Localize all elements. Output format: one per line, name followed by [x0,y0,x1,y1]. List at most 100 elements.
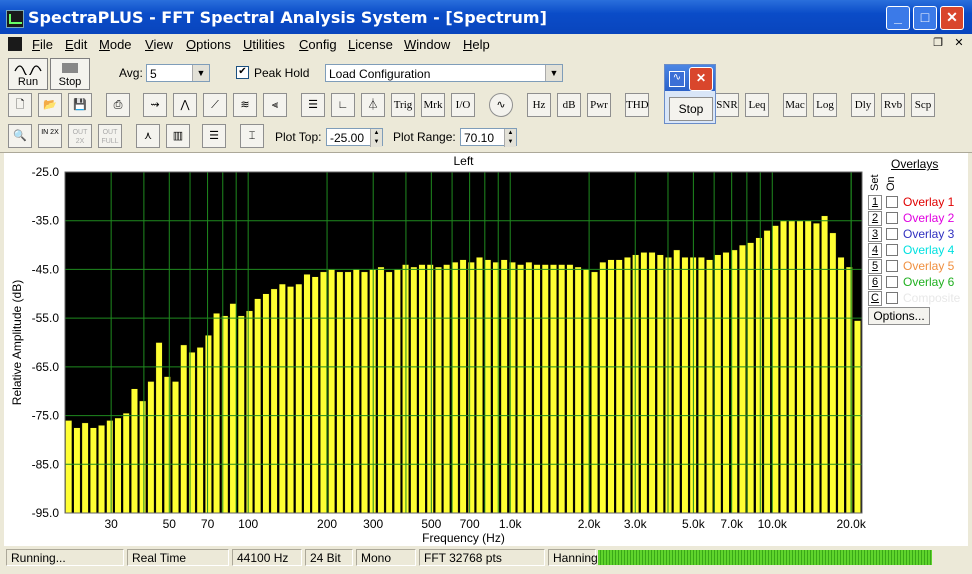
overlay-on-checkbox[interactable] [886,292,898,304]
overlay-label: Overlay 5 [903,259,955,273]
menu-help[interactable]: Help [463,37,490,52]
spectrum-bar [410,266,418,514]
avg-label: Avg: [119,66,143,80]
y-tick-label: -65.0 [32,360,60,374]
zoom-out-full-button[interactable]: OUT FULL [98,124,122,148]
overlay-set-button[interactable]: 6 [868,275,882,290]
trig-button[interactable]: Trig [391,93,415,117]
scale-icon[interactable]: ⌶ [240,124,264,148]
title-bar: SpectraPLUS - FFT Spectral Analysis Syst… [0,0,972,34]
close-button[interactable]: ✕ [940,6,964,30]
dly-button[interactable]: Dly [851,93,875,117]
leq-button[interactable]: Leq [745,93,769,117]
db-button[interactable]: dB [557,93,581,117]
spectrum-bar [65,420,73,514]
spectrum-bar [459,259,467,514]
spectrum-bar [204,334,212,514]
rvb-button[interactable]: Rvb [881,93,905,117]
spectrum-bar [180,344,188,514]
maximize-button[interactable]: □ [913,6,937,30]
mdi-restore-icon[interactable]: ❐ [932,37,944,49]
spectrum-bar [566,264,574,514]
overlay-set-button[interactable]: 5 [868,259,882,274]
overlay-set-button[interactable]: 3 [868,227,882,242]
new-file-icon[interactable]: 🗋 [8,93,32,117]
spectrum-bar [320,271,327,514]
overlay-row: 1 Overlay 1 [866,195,968,210]
peak-marker-icon[interactable]: ⋏ [136,124,160,148]
spectrum-icon[interactable]: ⋀ [173,93,197,117]
table-icon[interactable]: ☰ [301,93,325,117]
mdi-close-icon[interactable]: ✕ [953,37,965,49]
avg-select[interactable]: 5 ▼ [146,64,210,82]
io-button[interactable]: I/O [451,93,475,117]
menu-window[interactable]: Window [404,37,450,52]
zoom-icon[interactable]: 🔍 [8,124,32,148]
overlay-on-checkbox[interactable] [886,276,898,288]
hz-button[interactable]: Hz [527,93,551,117]
ramp-icon[interactable]: ⟋ [203,93,227,117]
spectrum-bar [377,266,385,514]
overlay-set-button[interactable]: 2 [868,211,882,226]
waveform-icon: ∿ [669,71,685,87]
menu-utilities[interactable]: Utilities [243,37,285,52]
bar-graph-icon[interactable]: ▥ [166,124,190,148]
x-tick-label: 7.0k [720,517,744,531]
overlay-row: 3 Overlay 3 [866,227,968,242]
zoom-in-2x-button[interactable]: IN 2X [38,124,62,148]
pwr-button[interactable]: Pwr [587,93,611,117]
overlay-set-button[interactable]: 1 [868,195,882,210]
3d-surface-icon[interactable]: ⫷ [263,93,287,117]
peak-icon[interactable]: ⇝ [143,93,167,117]
function-toolbar: 🗋 📂 💾 ⎙ ⇝ ⋀ ⟋ ≋ ⫷ ☰ ∟ ⏃ Trig Mrk I/O ∿ H… [0,90,972,120]
menu-options[interactable]: Options [186,37,231,52]
list-icon[interactable]: ☰ [202,124,226,148]
snr-button[interactable]: SNR [715,93,739,117]
save-icon[interactable]: 💾 [68,93,92,117]
mrk-button[interactable]: Mrk [421,93,445,117]
overlay-row: 4 Overlay 4 [866,243,968,258]
minimize-button[interactable]: _ [886,6,910,30]
overlay-on-checkbox[interactable] [886,228,898,240]
plot-top-input[interactable]: -25.00 ▲ ▼ [326,128,383,147]
overlay-on-checkbox[interactable] [886,260,898,272]
run-button[interactable]: Run [8,58,48,90]
overlay-set-button[interactable]: 4 [868,243,882,258]
zoom-out-2x-button[interactable]: OUT 2X [68,124,92,148]
generator-icon[interactable]: ∿ [489,93,513,117]
thd-button[interactable]: THD [625,93,649,117]
menu-edit[interactable]: Edit [65,37,87,52]
stop-button[interactable]: Stop [50,58,90,90]
spinner-icon[interactable]: ▲ ▼ [504,129,516,147]
log-button[interactable]: Log [813,93,837,117]
spinner-icon[interactable]: ▲ ▼ [370,129,382,147]
overlay-options-button[interactable]: Options... [868,307,930,325]
configuration-select[interactable]: Load Configuration ▼ [325,64,563,82]
overlay-on-checkbox[interactable] [886,244,898,256]
menu-file[interactable]: File [32,37,53,52]
plot-range-input[interactable]: 70.10 ▲ ▼ [460,128,517,147]
overlay-on-checkbox[interactable] [886,196,898,208]
open-folder-icon[interactable]: 📂 [38,93,62,117]
menu-mode[interactable]: Mode [99,37,132,52]
overlay-set-button[interactable]: C [868,291,882,306]
spectrum-bar [739,244,746,514]
print-icon[interactable]: ⎙ [106,93,130,117]
overlay-on-checkbox[interactable] [886,212,898,224]
on-header: On [885,176,897,191]
x-tick-label: 300 [363,517,383,531]
menu-license[interactable]: License [348,37,393,52]
y-tick-label: -55.0 [32,311,60,325]
scp-button[interactable]: Scp [911,93,935,117]
document-icon[interactable] [8,37,22,51]
menu-config[interactable]: Config [299,37,337,52]
mac-button[interactable]: Mac [783,93,807,117]
spectrum-chart[interactable]: Left -25.0 -35.0 -45.0 -55.0 -65.0 -75.0 -85.0 -… [4,153,866,546]
menu-view[interactable]: View [145,37,173,52]
filter-icon[interactable]: ⏃ [361,93,385,117]
spectrogram-icon[interactable]: ≋ [233,93,257,117]
peak-hold-checkbox[interactable]: ✔ [236,66,249,79]
floating-close-button[interactable]: ✕ [689,67,713,91]
floating-stop-button[interactable]: Stop [669,97,713,121]
axis-icon[interactable]: ∟ [331,93,355,117]
